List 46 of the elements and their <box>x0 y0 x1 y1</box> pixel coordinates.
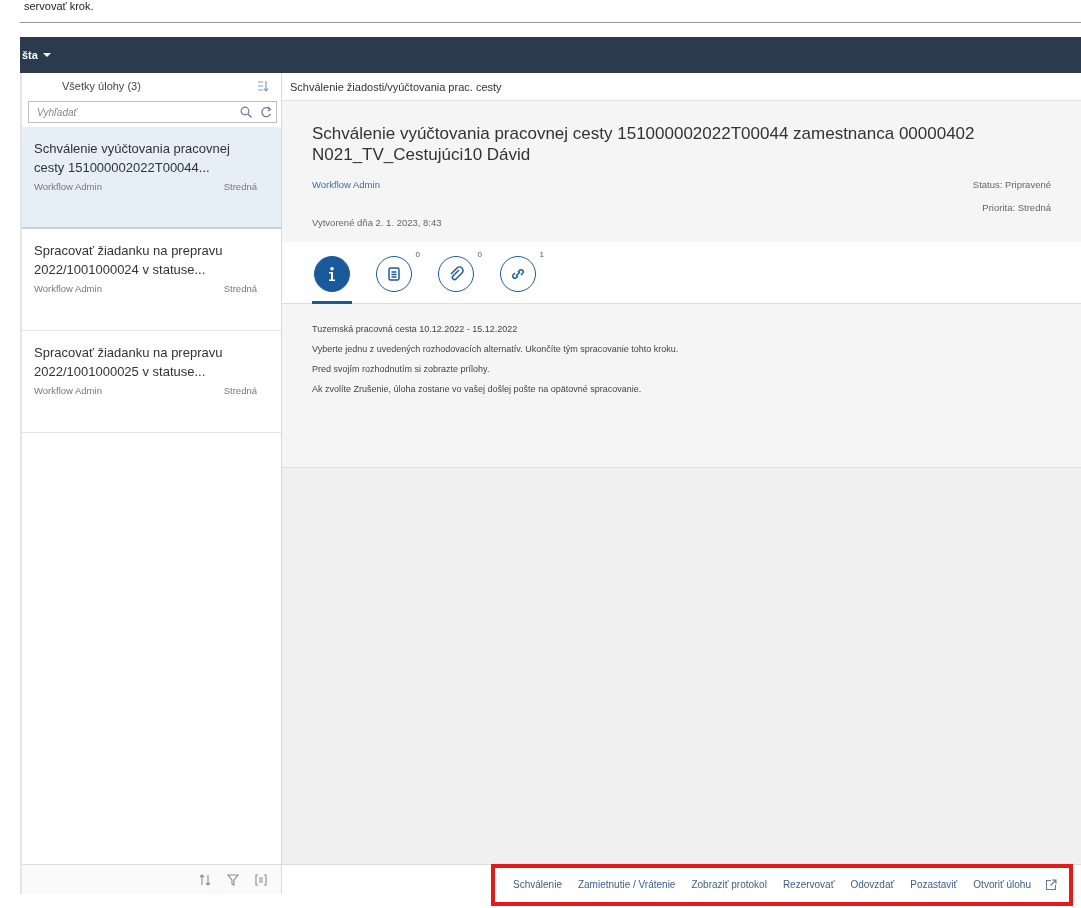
description-text: Tuzemská pracovná cesta 10.12.2022 - 15.12.2022 <box>312 324 519 334</box>
task-title: Spracovať žiadanku na prepravu 2022/1001000025 v statuse... <box>34 344 224 381</box>
task-heading: Schválenie vyúčtovania pracovnej cesty 151000002022T00044 zamestnanca 00000402 N021_TV_Cestujúci10 Dávid <box>312 123 976 165</box>
caret-icon[interactable] <box>42 52 51 58</box>
action-button[interactable]: Zamietnutie / Vrátenie <box>569 875 684 894</box>
page-title: Schválenie žiadosti/vyúčtovania prac. cesty <box>290 80 502 93</box>
task-priority: Stredná <box>223 181 257 192</box>
task-creator: Workflow Admin <box>34 385 102 396</box>
task-title: Schválenie vyúčtovania pracovnej cesty 151000002022T00044... <box>34 140 231 177</box>
tab-count: 0 <box>415 250 420 259</box>
search-field[interactable]: Vyhľadať <box>35 105 232 119</box>
menu-title[interactable]: šta <box>22 49 38 61</box>
task-priority: Stredná <box>223 385 257 396</box>
task-item[interactable]: Spracovať žiadanku na prepravu 2022/1001000025 v statuse... Workflow Admin Stredná <box>22 331 281 433</box>
tab-count: 1 <box>539 250 544 259</box>
sort-icon[interactable] <box>257 80 269 92</box>
task-title: Spracovať žiadanku na prepravu 2022/1001000024 v statuse... <box>34 242 224 279</box>
action-button[interactable]: Otvoriť úlohu <box>965 875 1039 894</box>
action-button[interactable]: Rezervovať <box>774 875 843 894</box>
tab-count: 0 <box>477 250 482 259</box>
task-creator: Workflow Admin <box>34 181 102 192</box>
status-text: Status: Pripravené <box>972 179 1051 190</box>
sort-icon[interactable] <box>199 873 211 886</box>
search-icon[interactable] <box>240 106 252 118</box>
list-title: Všetky úlohy (3) <box>62 80 141 92</box>
action-button[interactable]: Pozastaviť <box>902 875 966 894</box>
created-date: Vytvorené dňa 2. 1. 2023, 8:43 <box>312 217 443 228</box>
task-priority: Stredná <box>223 283 257 294</box>
task-item[interactable]: Schválenie vyúčtovania pracovnej cesty 151000002022T00044... Workflow Admin Stredná <box>22 127 281 229</box>
info-icon <box>329 267 335 281</box>
task-creator: Workflow Admin <box>34 283 102 294</box>
caption-text: servovať krok. <box>23 0 94 14</box>
refresh-icon[interactable] <box>260 106 272 118</box>
action-button[interactable]: Schválenie <box>505 875 570 894</box>
task-item[interactable]: Spracovať žiadanku na prepravu 2022/1001000024 v statuse... Workflow Admin Stredná <box>22 229 281 331</box>
description-text: Pred svojím rozhodnutím si zobrazte prílohy. <box>312 364 491 374</box>
description-text: Ak zvolíte Zrušenie, úloha zostane vo vašej došlej pošte na opätovné spracovanie. <box>312 384 643 394</box>
external-link-icon[interactable] <box>1045 878 1057 891</box>
filter-icon[interactable] <box>227 873 239 886</box>
creator-link[interactable]: Workflow Admin <box>312 179 380 213</box>
priority-text: Priorita: Stredná <box>982 202 1051 213</box>
search-box[interactable]: Vyhľadať <box>28 101 277 123</box>
action-button[interactable]: Odovzdať <box>842 875 903 894</box>
description-text: Vyberte jednu z uvedených rozhodovacích alternatív. Ukončíte tým spracovanie tohto kroku. <box>312 344 680 354</box>
action-button[interactable]: Zobraziť protokol <box>683 875 775 894</box>
group-icon[interactable] <box>255 873 267 886</box>
